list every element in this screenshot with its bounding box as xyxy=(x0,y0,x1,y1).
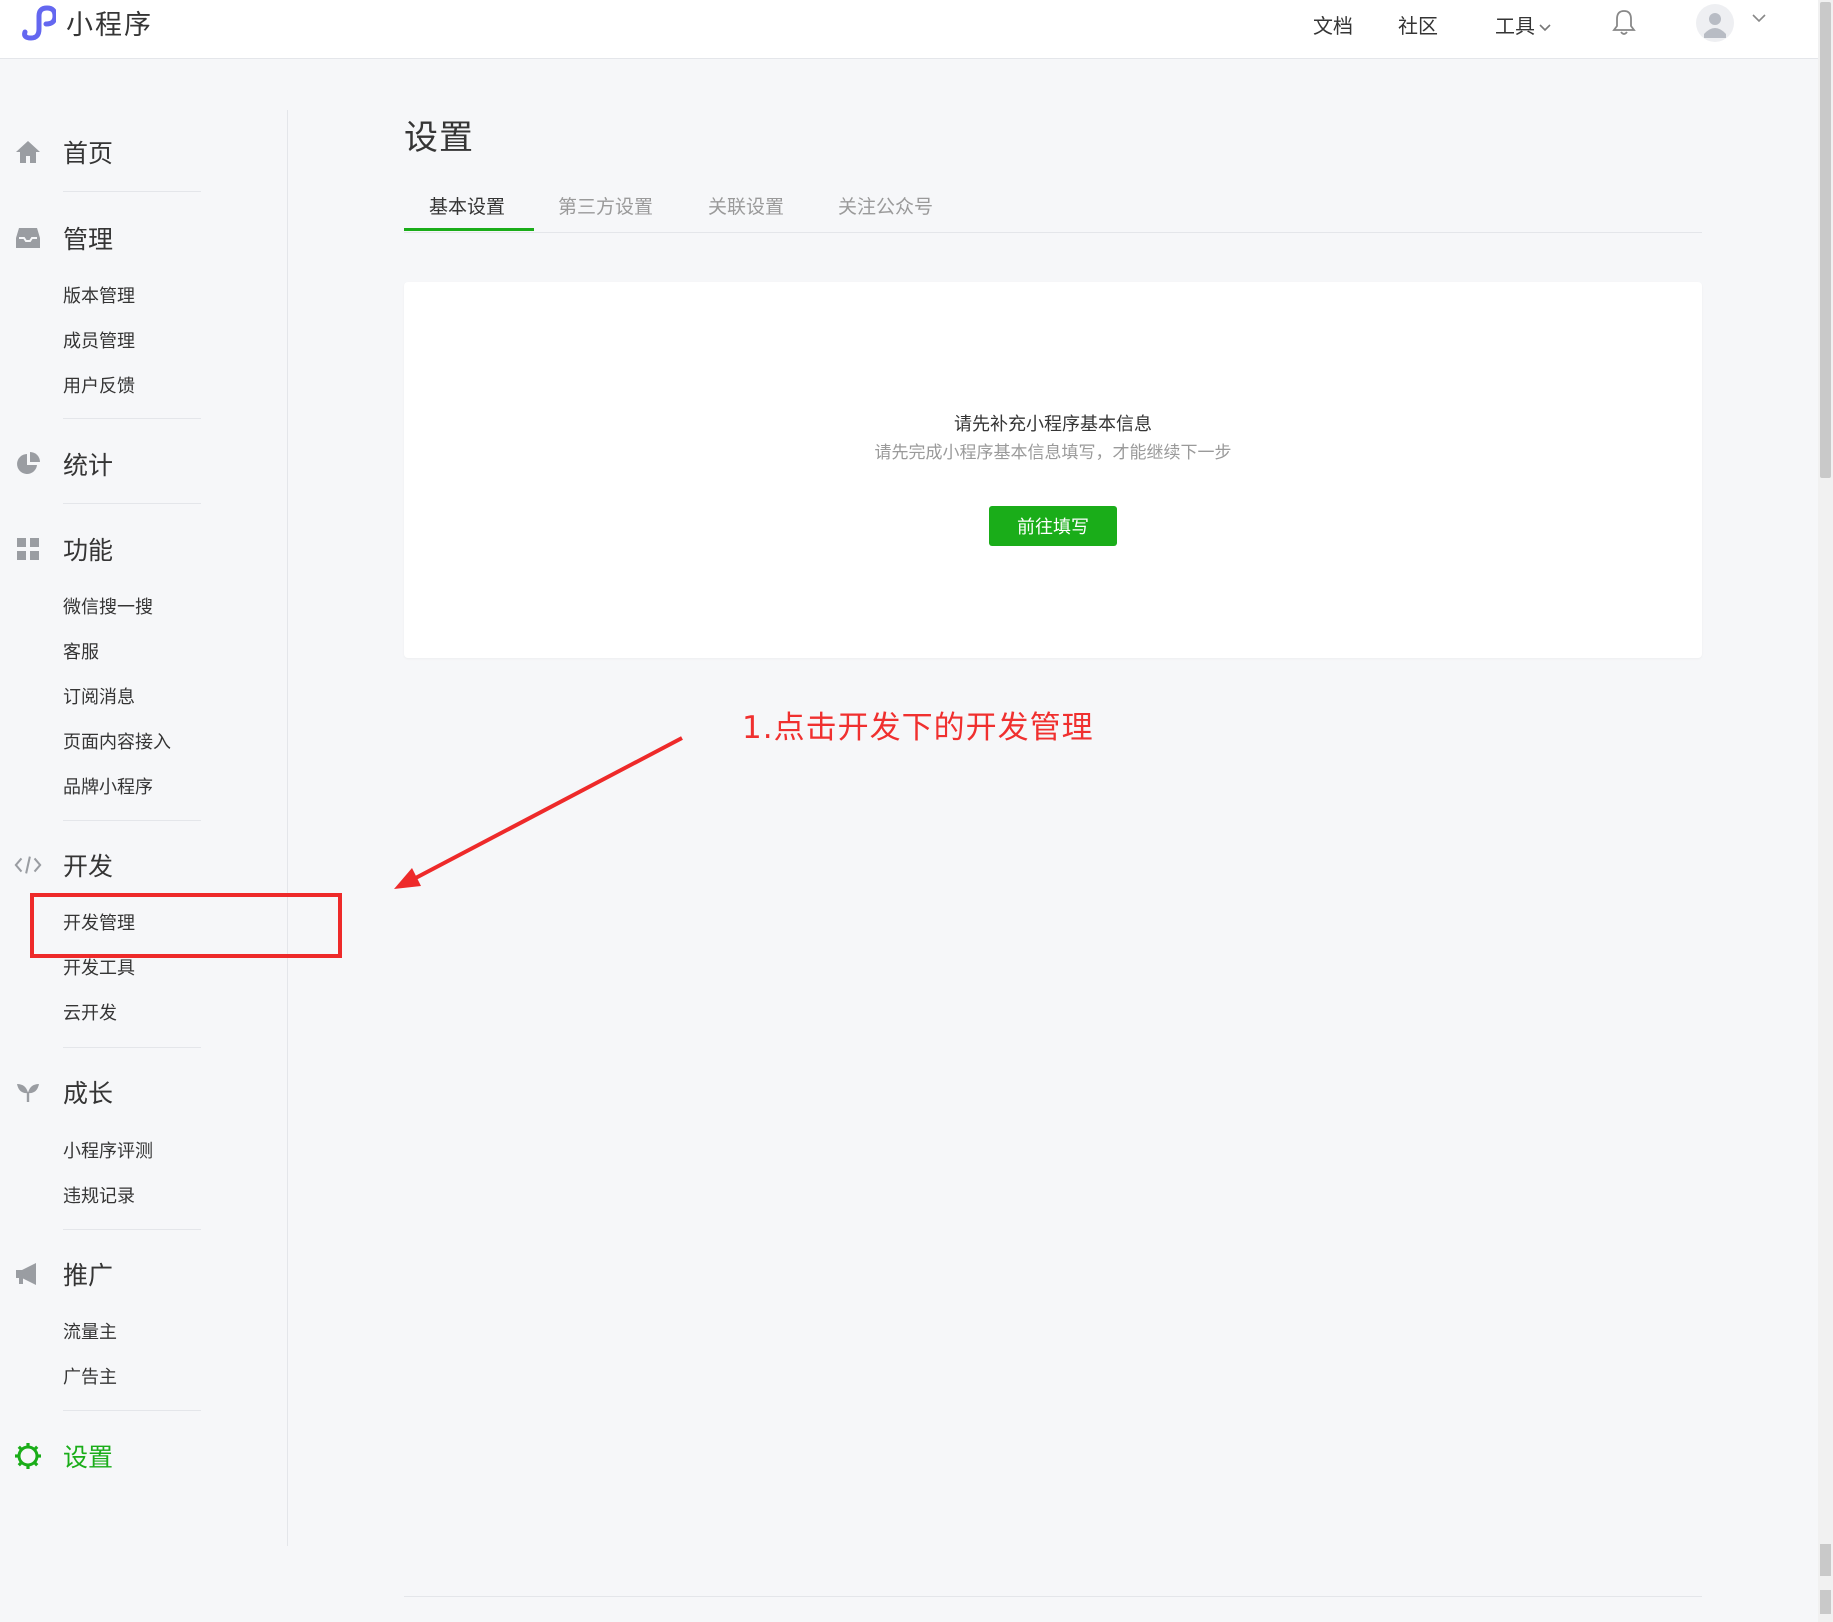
sprout-icon xyxy=(14,1078,42,1106)
sidebar-group-label: 开发 xyxy=(63,852,114,881)
sidebar-group-label: 功能 xyxy=(63,536,114,565)
footer-divider xyxy=(404,1596,1702,1597)
sidebar-group-label: 统计 xyxy=(63,451,114,480)
sidebar-group-promo[interactable]: 推广 xyxy=(14,1256,113,1292)
tab-association-settings[interactable]: 关联设置 xyxy=(708,192,784,219)
sidebar-group-manage[interactable]: 管理 xyxy=(14,220,113,256)
active-tab-indicator xyxy=(404,228,534,231)
logo[interactable]: 小程序 xyxy=(16,2,153,42)
sidebar-group-growth[interactable]: 成长 xyxy=(14,1074,113,1110)
sidebar-item-cloud-dev[interactable]: 云开发 xyxy=(63,1001,117,1027)
app-name: 小程序 xyxy=(66,9,153,41)
bell-icon[interactable] xyxy=(1612,8,1636,36)
scrollbar-thumb-lower[interactable] xyxy=(1820,1544,1831,1576)
sidebar-item-wechat-search[interactable]: 微信搜一搜 xyxy=(63,595,153,621)
annotation-arrow-icon xyxy=(394,736,683,889)
annotation-highlight-box xyxy=(30,893,342,958)
chevron-down-icon xyxy=(1539,23,1551,31)
sidebar-item-customer-service[interactable]: 客服 xyxy=(63,640,99,666)
sidebar-item-member-manage[interactable]: 成员管理 xyxy=(63,329,135,355)
tab-third-party-settings[interactable]: 第三方设置 xyxy=(558,192,653,219)
sidebar-divider xyxy=(63,1229,201,1230)
card-title: 请先补充小程序基本信息 xyxy=(954,414,1152,435)
sidebar-group-label: 推广 xyxy=(63,1261,114,1290)
sidebar-divider xyxy=(63,503,201,504)
gear-icon xyxy=(14,1442,42,1470)
annotation-text: 1.点击开发下的开发管理 xyxy=(742,710,1094,746)
sidebar-divider xyxy=(63,1047,201,1048)
page-title: 设置 xyxy=(404,118,474,158)
grid-icon xyxy=(14,535,42,563)
sidebar-divider xyxy=(63,820,201,821)
sidebar-item-subscribe-message[interactable]: 订阅消息 xyxy=(63,685,135,711)
card-subtitle: 请先完成小程序基本信息填写，才能继续下一步 xyxy=(874,443,1232,463)
avatar[interactable] xyxy=(1696,4,1734,42)
tools-label: 工具 xyxy=(1495,14,1535,38)
sidebar-divider xyxy=(63,191,201,192)
sidebar-group-features[interactable]: 功能 xyxy=(14,531,113,567)
sidebar-item-label: 首页 xyxy=(63,139,114,168)
tab-basic-settings[interactable]: 基本设置 xyxy=(429,192,505,219)
sidebar-item-advertiser[interactable]: 广告主 xyxy=(63,1365,117,1391)
sidebar-group-dev[interactable]: 开发 xyxy=(14,847,113,883)
sidebar-item-page-content[interactable]: 页面内容接入 xyxy=(63,730,171,756)
pie-chart-icon xyxy=(14,450,42,478)
scrollbar-thumb[interactable] xyxy=(1820,2,1831,478)
sidebar-item-brand-miniprogram[interactable]: 品牌小程序 xyxy=(63,775,153,801)
sidebar-divider xyxy=(63,1410,201,1411)
logo-icon xyxy=(22,5,56,41)
go-fill-button[interactable]: 前往填写 xyxy=(989,506,1117,546)
sidebar xyxy=(0,110,288,1546)
code-icon xyxy=(14,851,42,879)
inbox-icon xyxy=(14,224,42,252)
top-bar: 小程序 文档 社区 工具 xyxy=(0,0,1818,59)
sidebar-group-label: 管理 xyxy=(63,225,114,254)
sidebar-item-user-feedback[interactable]: 用户反馈 xyxy=(63,374,135,400)
sidebar-item-version-manage[interactable]: 版本管理 xyxy=(63,284,135,310)
sidebar-group-label: 设置 xyxy=(63,1443,114,1472)
user-icon xyxy=(1704,13,1726,38)
tools-menu[interactable]: 工具 xyxy=(1495,10,1551,39)
sidebar-group-settings[interactable]: 设置 xyxy=(14,1438,113,1474)
scrollbar-down-arrow[interactable] xyxy=(1820,1590,1831,1614)
account-menu-chevron[interactable] xyxy=(1752,14,1766,23)
sidebar-item-violation-record[interactable]: 违规记录 xyxy=(63,1184,135,1210)
megaphone-icon xyxy=(14,1260,42,1288)
sidebar-group-label: 成长 xyxy=(63,1079,114,1108)
sidebar-group-stats[interactable]: 统计 xyxy=(14,446,113,482)
sidebar-item-evaluation[interactable]: 小程序评测 xyxy=(63,1139,153,1165)
settings-tabs: 基本设置 第三方设置 关联设置 关注公众号 xyxy=(404,188,1702,233)
sidebar-divider xyxy=(63,418,201,419)
docs-link[interactable]: 文档 xyxy=(1313,10,1353,39)
community-link[interactable]: 社区 xyxy=(1398,10,1438,39)
info-card: 请先补充小程序基本信息 请先完成小程序基本信息填写，才能继续下一步 前往填写 xyxy=(404,282,1702,658)
sidebar-item-home[interactable]: 首页 xyxy=(14,134,113,170)
sidebar-item-traffic-owner[interactable]: 流量主 xyxy=(63,1320,117,1346)
tab-follow-official-account[interactable]: 关注公众号 xyxy=(838,192,933,219)
home-icon xyxy=(14,138,42,166)
sidebar-item-dev-tools[interactable]: 开发工具 xyxy=(63,956,135,982)
